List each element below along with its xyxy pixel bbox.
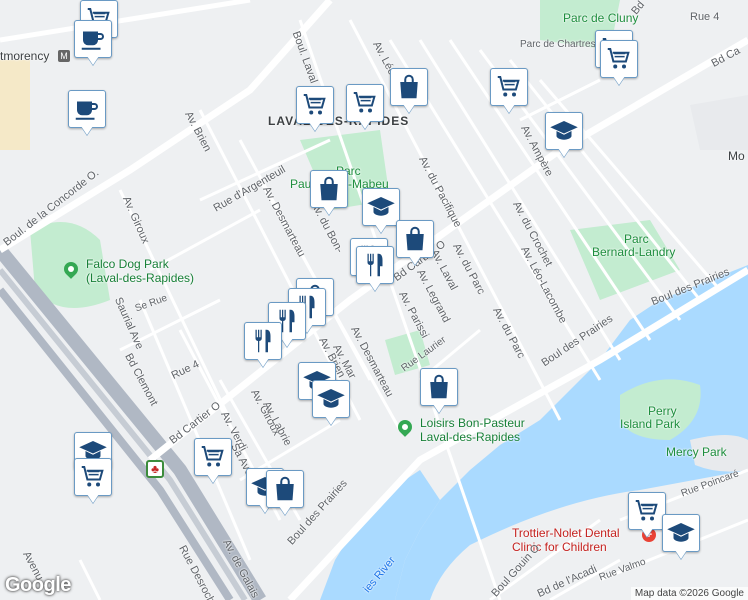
shopping-bag-icon bbox=[390, 68, 428, 106]
shopping-bag-icon bbox=[396, 220, 434, 258]
label-perry-2: Island Park bbox=[620, 417, 681, 431]
label-parc-bernard: Parc bbox=[624, 232, 649, 246]
label-rue-4-top: Rue 4 bbox=[690, 11, 720, 23]
label-loisirs-2: Laval-des-Rapides bbox=[420, 430, 521, 444]
grocery-cart-icon bbox=[600, 40, 638, 78]
shopping-bag-icon bbox=[266, 470, 304, 508]
map-marker-school[interactable] bbox=[362, 188, 400, 234]
grocery-cart-icon bbox=[194, 438, 232, 476]
label-parc-de-chartres: Parc de Chartres bbox=[520, 39, 596, 50]
map-marker-shopping-bag[interactable] bbox=[266, 470, 304, 516]
map-marker-grocery-cart[interactable] bbox=[600, 40, 638, 86]
highway-shield-icon: ♣ bbox=[146, 460, 164, 478]
grocery-cart-icon bbox=[346, 84, 384, 122]
school-icon bbox=[545, 112, 583, 150]
school-icon bbox=[312, 380, 350, 418]
map-marker-grocery-cart[interactable] bbox=[346, 84, 384, 130]
map-marker-grocery-cart[interactable] bbox=[490, 68, 528, 114]
coffee-icon bbox=[68, 90, 106, 128]
restaurant-icon bbox=[356, 246, 394, 284]
label-mo: Mo bbox=[728, 149, 745, 163]
label-perry: Perry bbox=[648, 404, 677, 418]
label-mercy: Mercy Park bbox=[666, 445, 727, 459]
label-loisirs[interactable]: Loisirs Bon-Pasteur bbox=[420, 417, 525, 429]
label-laval-des-rapides: LAVAL-DES-RAPIDES bbox=[268, 114, 410, 128]
map-marker-coffee[interactable] bbox=[74, 20, 112, 66]
map-marker-grocery-cart[interactable] bbox=[628, 492, 666, 538]
metro-icon: M bbox=[58, 50, 70, 62]
grocery-cart-icon bbox=[490, 68, 528, 106]
map-marker-grocery-cart[interactable] bbox=[296, 86, 334, 132]
map-marker-restaurant[interactable] bbox=[244, 322, 282, 368]
label-parc-bernard-2: Bernard-Landry bbox=[592, 245, 676, 259]
shopping-bag-icon bbox=[420, 368, 458, 406]
map-marker-restaurant[interactable] bbox=[356, 246, 394, 292]
map-marker-grocery-cart[interactable] bbox=[74, 458, 112, 504]
label-falco-2: (Laval-des-Rapides) bbox=[86, 271, 195, 285]
school-icon bbox=[362, 188, 400, 226]
map-marker-shopping-bag[interactable] bbox=[310, 170, 348, 216]
school-icon bbox=[662, 514, 700, 552]
map-attribution[interactable]: Map data ©2026 Google bbox=[630, 587, 748, 600]
map-view[interactable]: tmorency M Parc de Cluny Rue 4 Parc de C… bbox=[0, 0, 748, 600]
map-marker-school[interactable] bbox=[662, 514, 700, 560]
map-marker-shopping-bag[interactable] bbox=[420, 368, 458, 414]
map-marker-shopping-bag[interactable] bbox=[396, 220, 434, 266]
grocery-cart-icon bbox=[296, 86, 334, 124]
label-trottier[interactable]: Trottier-Nolet Dental bbox=[512, 527, 620, 539]
map-marker-school[interactable] bbox=[312, 380, 350, 426]
grocery-cart-icon bbox=[628, 492, 666, 530]
map-marker-school[interactable] bbox=[545, 112, 583, 158]
restaurant-icon bbox=[244, 322, 282, 360]
shopping-bag-icon bbox=[310, 170, 348, 208]
grocery-cart-icon bbox=[74, 458, 112, 496]
label-parc-de-cluny: Parc de Cluny bbox=[563, 11, 639, 25]
map-marker-shopping-bag[interactable] bbox=[390, 68, 428, 114]
map-marker-grocery-cart[interactable] bbox=[194, 438, 232, 484]
google-logo: Google bbox=[5, 574, 71, 596]
map-marker-coffee[interactable] bbox=[68, 90, 106, 136]
coffee-icon bbox=[74, 20, 112, 58]
label-falco[interactable]: Falco Dog Park bbox=[86, 258, 169, 270]
label-montmorency: tmorency bbox=[0, 49, 50, 63]
